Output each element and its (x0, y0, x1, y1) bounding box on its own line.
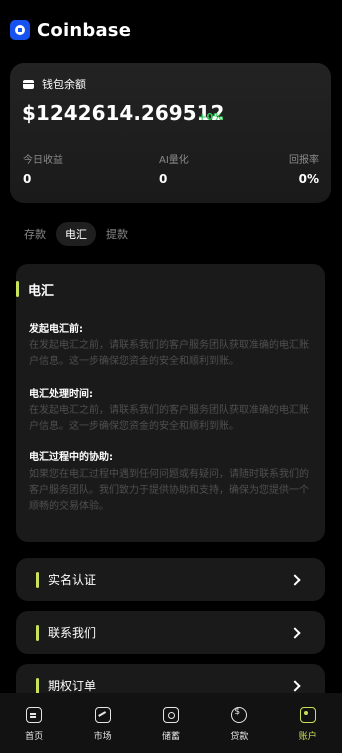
tab-withdraw[interactable]: 提款 (98, 222, 136, 246)
chevron-right-icon (289, 679, 301, 692)
menu-label: 联系我们 (48, 626, 97, 640)
section-title-before: 发起电汇前: (29, 324, 83, 335)
accent-bar (36, 571, 39, 588)
stat-value-today-earnings: 0 (23, 172, 32, 186)
accent-bar (36, 677, 39, 694)
section-body-assistance: 如果您在电汇过程中遇到任何问题或有疑问，请随时联系我们的客户服务团队。我们致力于… (29, 469, 309, 512)
section-body-processing-time: 在发起电汇之前，请联系我们的客户服务团队获取准确的电汇账户信息。这一步确保您资金… (29, 405, 309, 432)
nav-item-account[interactable]: 账户 (274, 693, 342, 742)
nav-item-loan[interactable]: 贷款 (205, 693, 273, 742)
loan-icon (231, 707, 248, 723)
panel-header: 电汇 (16, 280, 55, 299)
stat-label-ai-quant: AI量化 (159, 155, 189, 166)
menu-label: 实名认证 (48, 573, 97, 587)
nav-label: 市场 (93, 732, 112, 742)
nav-label: 储蓄 (161, 732, 180, 742)
tab-wire-transfer[interactable]: 电汇 (56, 222, 96, 246)
accent-bar (16, 281, 19, 297)
panel-title: 电汇 (28, 283, 55, 299)
home-icon (26, 707, 43, 723)
bottom-nav: 首页 市场 储蓄 贷款 账户 (0, 693, 342, 753)
accent-bar (36, 624, 39, 641)
section-title-processing-time: 电汇处理时间: (29, 389, 93, 400)
coinbase-logo-icon (10, 20, 30, 40)
wallet-balance: $1242614.269512 (22, 101, 225, 125)
wallet-card: 钱包余额 $1242614.269512 +0% 今日收益 0 AI量化 0 回… (10, 63, 331, 203)
menu-item-contact-us[interactable]: 联系我们 (16, 611, 325, 654)
wallet-icon (23, 79, 34, 89)
nav-item-market[interactable]: 市场 (69, 693, 137, 742)
nav-label: 账户 (298, 732, 317, 742)
chevron-right-icon (289, 573, 301, 586)
wallet-title-label: 钱包余额 (42, 78, 86, 91)
balance-change: +0% (198, 112, 224, 123)
menu-label: 期权订单 (48, 679, 97, 693)
stat-value-return-rate: 0% (298, 172, 319, 186)
account-icon (299, 707, 316, 723)
chevron-right-icon (289, 626, 301, 639)
nav-label: 贷款 (230, 732, 249, 742)
menu-item-identity-verification[interactable]: 实名认证 (16, 558, 325, 601)
app-header: Coinbase (10, 16, 131, 44)
nav-item-home[interactable]: 首页 (0, 693, 68, 742)
tab-deposit[interactable]: 存款 (16, 222, 54, 246)
brand-name: Coinbase (37, 19, 132, 41)
nav-item-savings[interactable]: 储蓄 (137, 693, 205, 742)
transfer-tabs: 存款 电汇 提款 (16, 222, 138, 246)
stat-value-ai-quant: 0 (159, 172, 168, 186)
stat-label-today-earnings: 今日收益 (23, 155, 63, 166)
savings-icon (162, 707, 179, 723)
section-title-assistance: 电汇过程中的协助: (29, 452, 113, 463)
nav-label: 首页 (25, 732, 44, 742)
section-body-before: 在发起电汇之前，请联系我们的客户服务团队获取准确的电汇账户信息。这一步确保您资金… (29, 340, 309, 367)
wallet-title: 钱包余额 (23, 76, 86, 92)
stat-label-return-rate: 回报率 (289, 155, 319, 166)
wire-transfer-panel: 电汇 发起电汇前: 在发起电汇之前，请联系我们的客户服务团队获取准确的电汇账户信… (16, 264, 325, 542)
market-icon (94, 707, 111, 723)
